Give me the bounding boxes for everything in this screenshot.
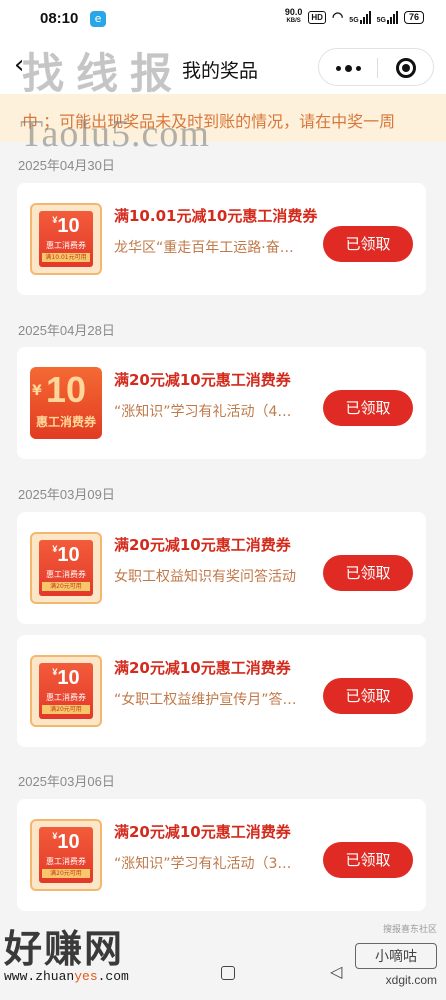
page-title: 我的奖品 — [182, 60, 259, 82]
hd-voice-icon: HD — [308, 10, 326, 24]
prize-description: 龙华区“重走百年工运路·奋… — [114, 240, 294, 256]
prize-title: 满20元减10元惠工消费券 — [114, 371, 291, 389]
claimed-button[interactable]: 已领取 — [323, 678, 413, 714]
app-notification-icon: e — [90, 11, 106, 27]
claimed-button[interactable]: 已领取 — [323, 226, 413, 262]
prize-card: ¥10 惠工消费券 满20元可用 满20元减10元惠工消费券 “涨知识”学习有礼… — [17, 799, 426, 911]
prize-card: ¥10 惠工消费券 满10.01元可用 满10.01元减10元惠工消费券 龙华区… — [17, 183, 426, 295]
claimed-button[interactable]: 已领取 — [323, 842, 413, 878]
network-speed: 90.0 KB/S — [284, 7, 303, 25]
prize-title: 满20元减10元惠工消费券 — [114, 659, 291, 677]
status-indicators: 90.0 KB/S HD ◠ 5G 5G 76 — [285, 8, 424, 26]
mini-program-capsule — [318, 48, 434, 86]
prize-description: “女职工权益维护宣传月”答… — [114, 692, 297, 708]
prize-card: ¥10 惠工消费券 满20元可用 满20元减10元惠工消费券 “女职工权益维护宣… — [17, 635, 426, 747]
close-target-icon — [396, 58, 416, 78]
watermark-top: 找线报 — [22, 49, 185, 98]
coupon-image: ¥ 10 惠工消费券 — [30, 367, 102, 439]
prize-card: ¥10 惠工消费券 满20元可用 满20元减10元惠工消费券 女职工权益知识有奖… — [17, 512, 426, 624]
status-time: 08:10 — [40, 10, 79, 27]
prize-title: 满20元减10元惠工消费券 — [114, 536, 291, 554]
date-label: 2025年04月28日 — [18, 323, 115, 338]
date-label: 2025年03月06日 — [18, 774, 115, 789]
date-label: 2025年04月30日 — [18, 158, 115, 173]
coupon-image: ¥10 惠工消费券 满20元可用 — [30, 819, 102, 891]
wifi-icon: ◠ — [331, 9, 344, 24]
more-dot-icon — [344, 64, 352, 72]
coupon-image: ¥10 惠工消费券 满20元可用 — [30, 655, 102, 727]
date-label: 2025年03月09日 — [18, 487, 115, 502]
more-dot-icon — [355, 65, 361, 71]
status-bar: 08:10 e 90.0 KB/S HD ◠ 5G 5G 76 — [0, 0, 446, 38]
coupon-image: ¥10 惠工消费券 满10.01元可用 — [30, 203, 102, 275]
prize-title: 满20元减10元惠工消费券 — [114, 823, 291, 841]
watermark-bottom-right: 搜报喜东社区 小嘀咕 xdgit.com — [355, 922, 437, 987]
recent-apps-icon[interactable] — [221, 966, 235, 980]
signal-5g-icon: 5G — [349, 10, 371, 24]
more-dot-icon — [335, 65, 341, 71]
claimed-button[interactable]: 已领取 — [323, 555, 413, 591]
prize-card: ¥ 10 惠工消费券 满20元减10元惠工消费券 “涨知识”学习有礼活动（4… … — [17, 347, 426, 459]
watermark-mid: Taolu5.com — [20, 113, 210, 155]
battery-icon: 76 — [403, 10, 424, 24]
claimed-button[interactable]: 已领取 — [323, 390, 413, 426]
more-button[interactable] — [319, 49, 377, 87]
prize-description: “涨知识”学习有礼活动（3… — [114, 856, 292, 872]
signal-5g-icon-2: 5G — [377, 10, 398, 24]
prize-description: 女职工权益知识有奖问答活动 — [114, 569, 296, 585]
watermark-bottom-left: 好赚网 www.zhuanyes.com — [4, 927, 129, 984]
prize-description: “涨知识”学习有礼活动（4… — [114, 404, 292, 420]
coupon-image: ¥10 惠工消费券 满20元可用 — [30, 532, 102, 604]
nav-bar: ‹ 找线报 我的奖品 — [0, 38, 446, 98]
prize-title: 满10.01元减10元惠工消费券 — [114, 207, 318, 225]
close-button[interactable] — [377, 49, 435, 87]
system-back-icon[interactable]: ◁ — [330, 962, 342, 981]
